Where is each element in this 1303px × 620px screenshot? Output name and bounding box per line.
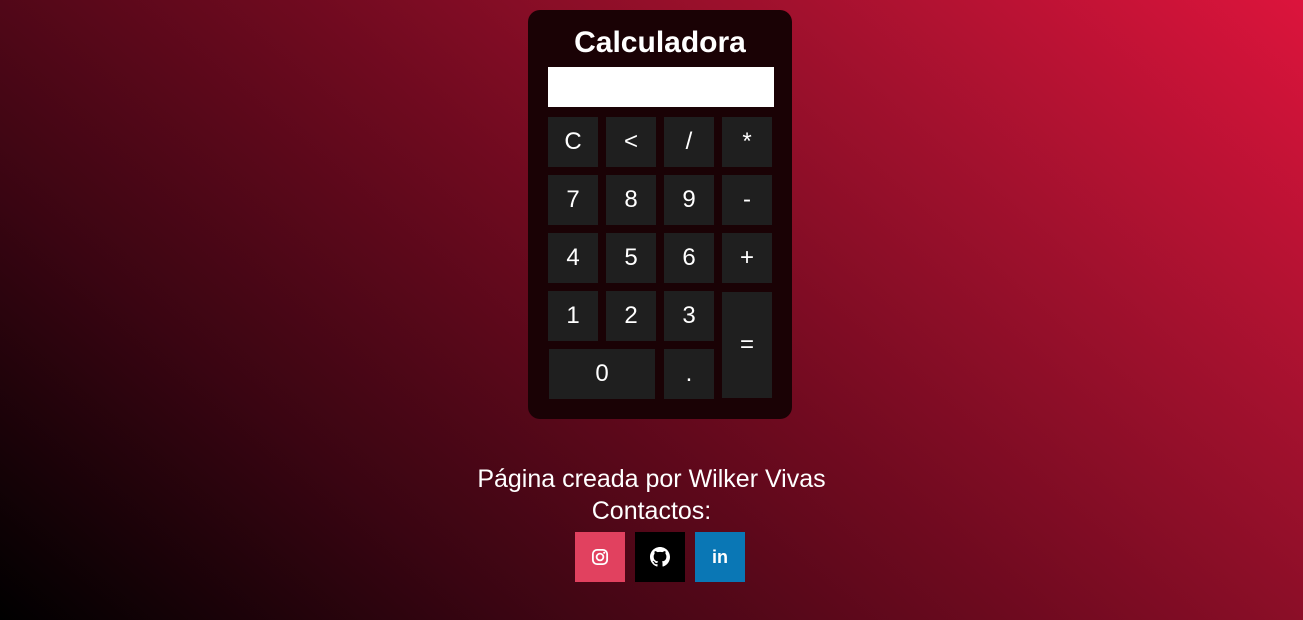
one-button[interactable]: 1	[548, 291, 598, 341]
divide-button[interactable]: /	[664, 117, 714, 167]
seven-button[interactable]: 7	[548, 175, 598, 225]
decimal-button[interactable]: .	[664, 349, 714, 399]
six-button[interactable]: 6	[664, 233, 714, 283]
contacts-label: Contactos:	[591, 497, 712, 525]
calculator-display[interactable]	[548, 67, 774, 107]
instagram-icon	[591, 548, 609, 566]
multiply-button[interactable]: *	[722, 117, 772, 167]
linkedin-icon: in	[712, 546, 728, 567]
four-button[interactable]: 4	[548, 233, 598, 283]
calculator-title: Calculadora	[574, 26, 746, 59]
instagram-link[interactable]	[575, 532, 625, 582]
two-button[interactable]: 2	[606, 291, 656, 341]
five-button[interactable]: 5	[606, 233, 656, 283]
github-link[interactable]	[635, 532, 685, 582]
linkedin-link[interactable]: in	[695, 532, 745, 582]
credit-text: Página creada por Wilker Vivas	[477, 465, 826, 493]
eight-button[interactable]: 8	[606, 175, 656, 225]
zero-button[interactable]: 0	[549, 349, 655, 399]
plus-button[interactable]: +	[722, 233, 772, 283]
equals-button[interactable]: =	[722, 292, 772, 398]
calculator-panel: Calculadora C < / * 7 8 9 - 4 5 6 + 1 2 …	[528, 10, 792, 419]
clear-button[interactable]: C	[548, 117, 598, 167]
nine-button[interactable]: 9	[664, 175, 714, 225]
three-button[interactable]: 3	[664, 291, 714, 341]
minus-button[interactable]: -	[722, 175, 772, 225]
backspace-button[interactable]: <	[606, 117, 656, 167]
github-icon	[650, 547, 670, 567]
